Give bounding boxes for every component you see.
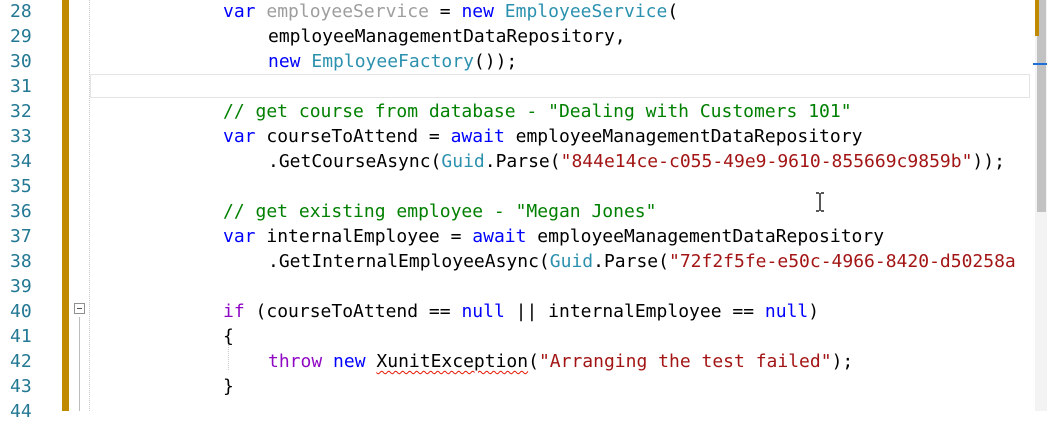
code-token: employeeManagementDataRepository: [526, 226, 885, 247]
code-line[interactable]: {: [223, 324, 234, 349]
line-number: 41: [10, 326, 32, 347]
code-token: new: [461, 1, 494, 22]
code-token: || internalEmployee ==: [504, 301, 765, 322]
code-token: .Parse(: [484, 151, 561, 172]
scrollbar-caret-marker: [1033, 63, 1047, 65]
code-token: (: [528, 351, 539, 372]
code-token: (: [667, 1, 679, 22]
code-token: new: [333, 351, 366, 372]
code-line[interactable]: var employeeService = new EmployeeServic…: [223, 0, 678, 24]
fold-region-line: [79, 317, 80, 411]
indent-guide: [89, 0, 90, 411]
line-number: 28: [10, 1, 32, 22]
code-token: var: [223, 126, 256, 147]
code-token: =: [428, 1, 462, 22]
code-token: "Arranging the test failed": [538, 351, 832, 372]
code-token: .Parse(: [593, 251, 669, 272]
code-token: internalEmployee =: [255, 226, 473, 247]
code-token: null: [461, 301, 505, 322]
code-token: await: [450, 126, 505, 147]
code-token: XunitException: [376, 351, 529, 372]
line-number: 35: [10, 176, 32, 197]
code-token: null: [764, 301, 809, 322]
code-token: .GetInternalEmployeeAsync(: [268, 251, 550, 272]
code-line[interactable]: var courseToAttend = await employeeManag…: [223, 124, 862, 149]
code-token: "844e14ce-c055-49e9-9610-855669c9859b": [560, 151, 973, 172]
code-token: employeeService: [266, 1, 429, 22]
line-number: 32: [10, 101, 32, 122]
code-token: if: [223, 301, 245, 322]
line-number: 31: [10, 76, 32, 97]
code-line[interactable]: new EmployeeFactory());: [268, 49, 517, 74]
code-token: courseToAttend =: [255, 126, 451, 147]
code-token: .GetCourseAsync(: [268, 151, 442, 172]
code-editor[interactable]: 28 29 30 31 32 33 34 35 36 37 38 39 40 41 42 43 44 var e…: [0, 0, 1047, 422]
code-token: new: [268, 51, 301, 72]
line-number: 39: [10, 276, 32, 297]
line-number: 38: [10, 251, 32, 272]
code-token: Guid: [549, 251, 594, 272]
code-line[interactable]: }: [223, 374, 234, 399]
code-token: Guid: [441, 151, 485, 172]
line-number: 30: [10, 51, 32, 72]
line-number: 37: [10, 226, 32, 247]
code-token: employeeManagementDataRepository,: [268, 26, 626, 47]
current-line-highlight: [90, 74, 1030, 98]
line-number: 44: [10, 401, 32, 422]
code-line[interactable]: .GetCourseAsync(Guid.Parse("844e14ce-c05…: [268, 149, 1005, 174]
text-ibeam-cursor-icon: [816, 192, 824, 212]
code-line[interactable]: employeeManagementDataRepository,: [268, 24, 626, 49]
collapse-toggle-icon[interactable]: [74, 303, 85, 314]
line-number: 40: [10, 301, 32, 322]
code-token: ): [808, 301, 820, 322]
code-token: EmployeeService: [504, 1, 668, 22]
code-line[interactable]: if (courseToAttend == null || internalEm…: [223, 299, 819, 324]
code-token: EmployeeFactory: [311, 51, 474, 72]
code-line[interactable]: var internalEmployee = await employeeMan…: [223, 224, 884, 249]
code-line[interactable]: // get course from database - "Dealing w…: [223, 99, 852, 124]
code-token: throw: [268, 351, 323, 372]
change-tracking-bar: [62, 0, 69, 411]
code-token: var: [223, 226, 256, 247]
scrollbar-change-marker: [1035, 0, 1039, 36]
line-number: 33: [10, 126, 32, 147]
code-token: ));: [972, 151, 1005, 172]
code-line[interactable]: throw new XunitException("Arranging the …: [268, 349, 853, 374]
code-line[interactable]: // get existing employee - "Megan Jones": [223, 199, 656, 224]
code-token: ());: [473, 51, 518, 72]
line-number: 42: [10, 351, 32, 372]
code-token: await: [472, 226, 527, 247]
code-token: "72f2f5fe-e50c-4966-8420-d50258a: [668, 251, 1016, 272]
code-token: employeeManagementDataRepository: [504, 126, 863, 147]
code-token: // get course from database - "Dealing w…: [223, 101, 852, 122]
code-line[interactable]: .GetInternalEmployeeAsync(Guid.Parse("72…: [268, 249, 1016, 274]
code-token: {: [223, 326, 234, 347]
line-number-gutter: 28 29 30 31 32 33 34 35 36 37 38 39 40 41 42 43 44: [0, 0, 58, 422]
line-number: 34: [10, 151, 32, 172]
code-token: var: [223, 1, 256, 22]
code-token: // get existing employee - "Megan Jones": [223, 201, 657, 222]
line-number: 36: [10, 201, 32, 222]
line-number: 29: [10, 26, 32, 47]
code-token: }: [223, 376, 234, 397]
code-token: (courseToAttend ==: [244, 301, 462, 322]
line-number: 43: [10, 376, 32, 397]
code-token: );: [831, 351, 854, 372]
